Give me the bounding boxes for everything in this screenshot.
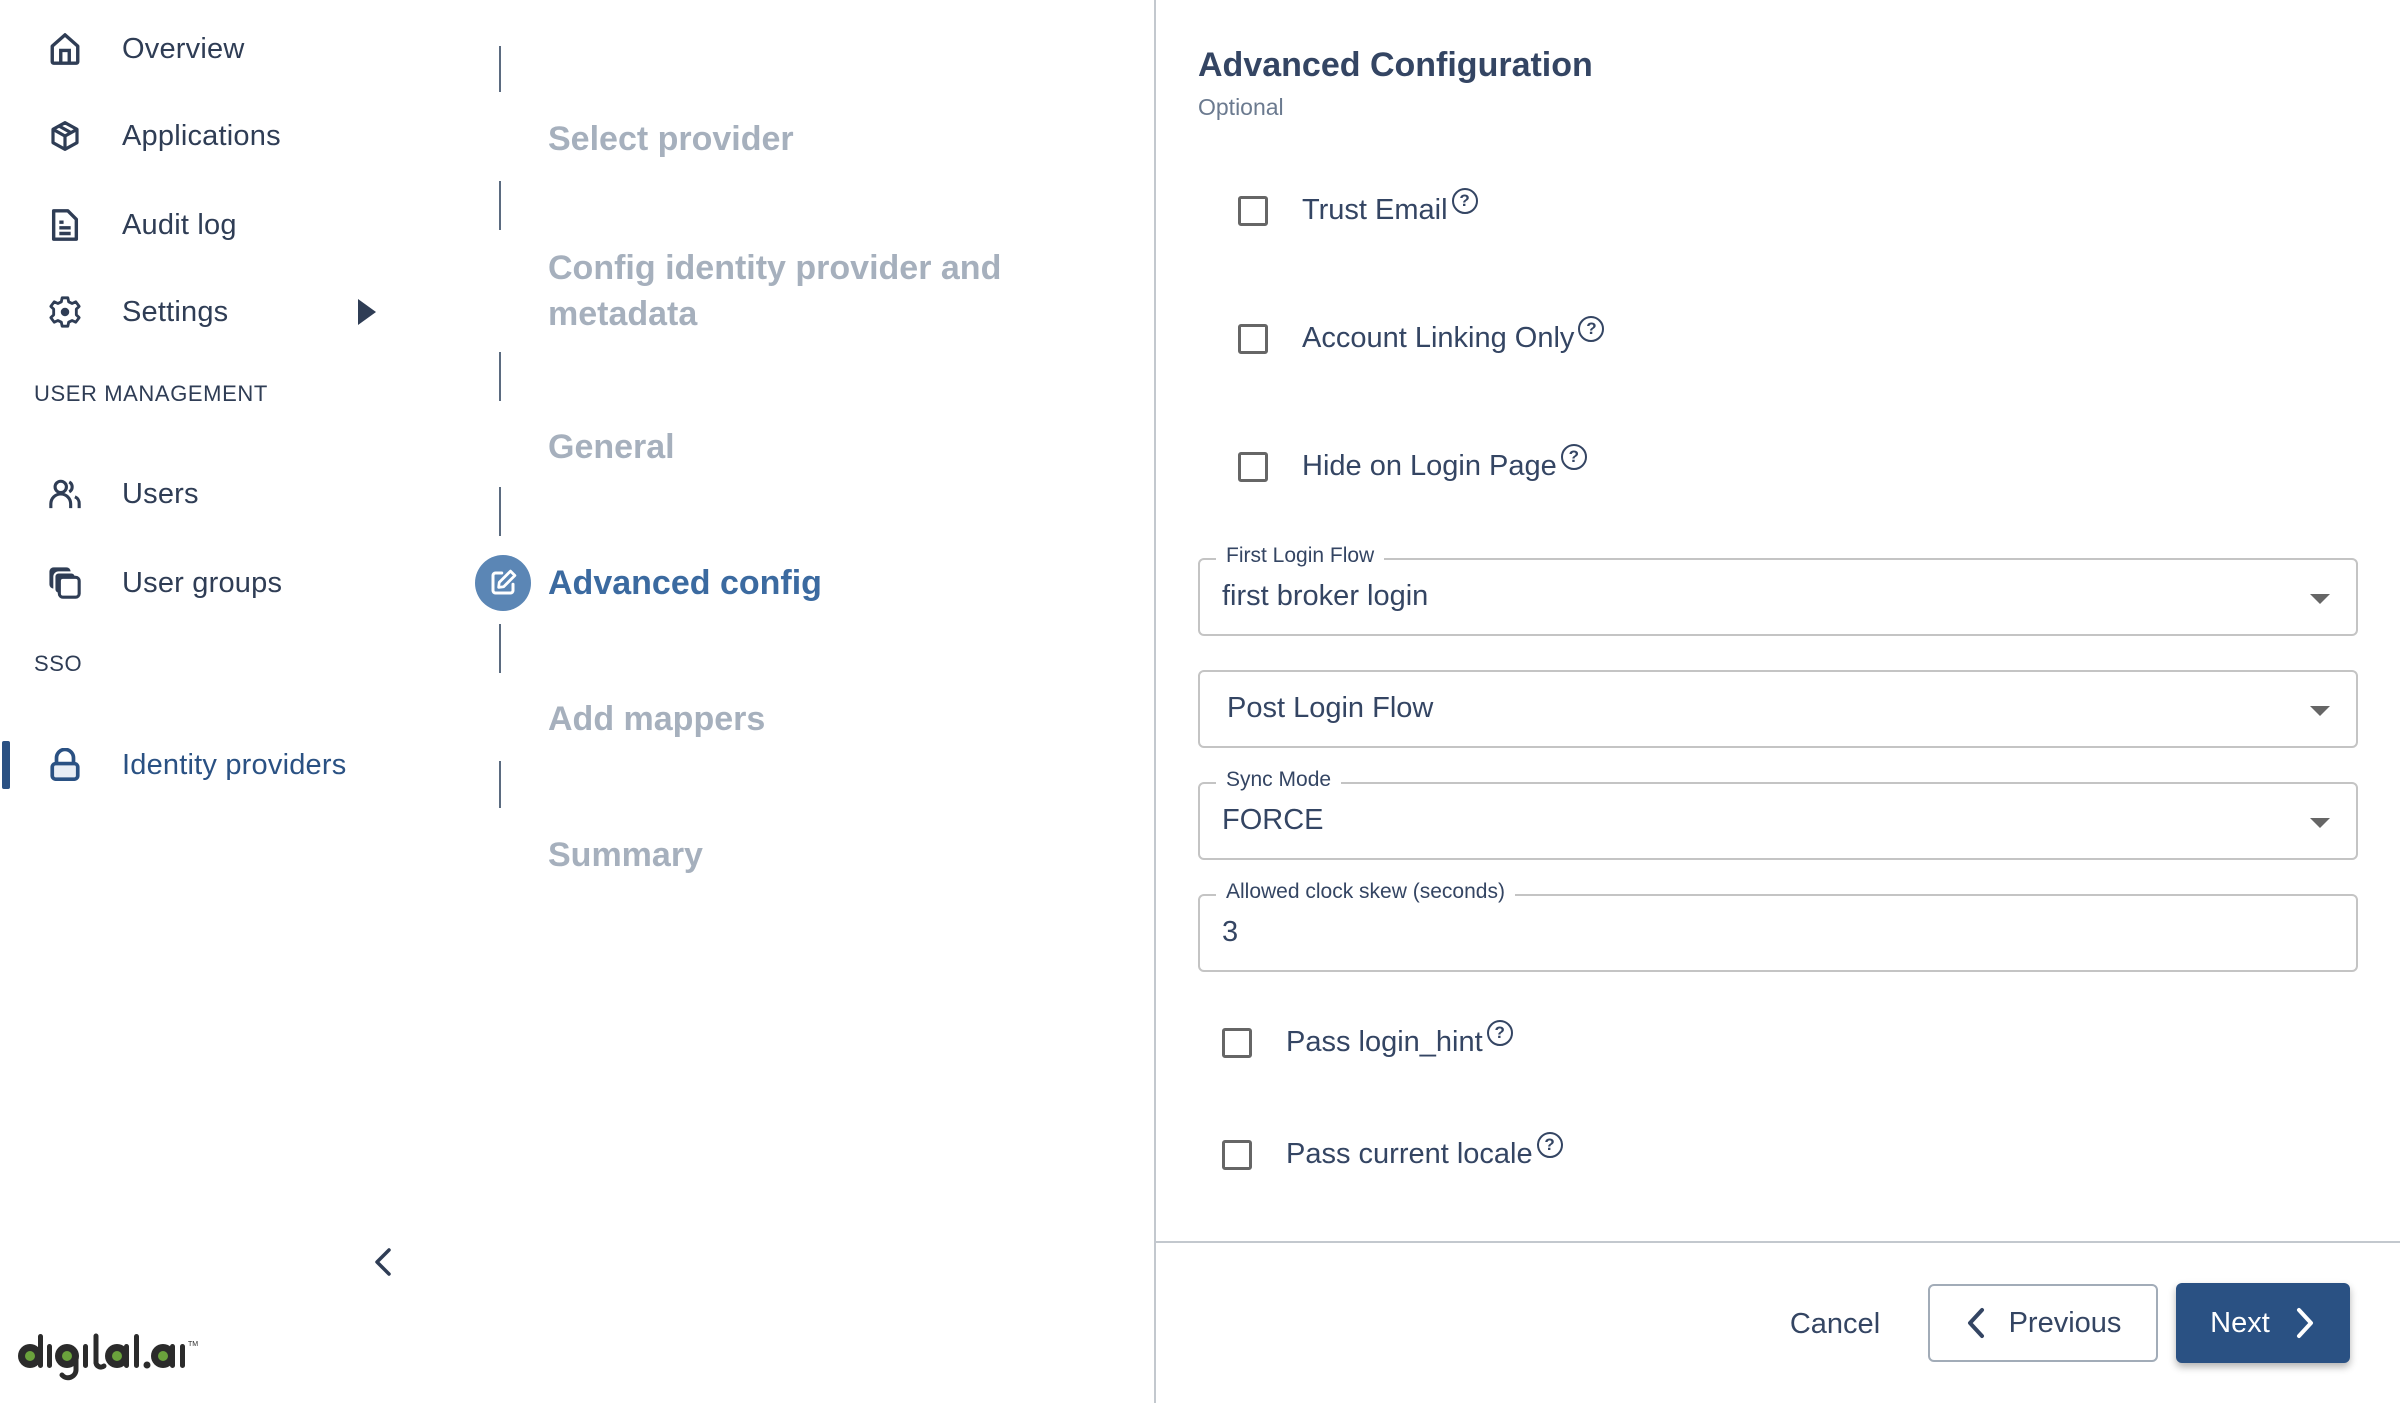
sidebar-item-user-groups[interactable]: User groups xyxy=(0,548,420,618)
sidebar-item-audit-log[interactable]: Audit log xyxy=(0,190,420,260)
checkbox-label: Account Linking Only xyxy=(1302,322,1575,354)
chevron-right-icon xyxy=(2296,1308,2313,1338)
cancel-button[interactable]: Cancel xyxy=(1780,1296,1890,1352)
checkbox-label: Hide on Login Page xyxy=(1302,450,1557,482)
users-icon xyxy=(46,475,84,513)
user-groups-icon xyxy=(46,564,84,602)
checkbox-label: Pass current locale xyxy=(1286,1138,1533,1170)
sidebar-item-identity-providers[interactable]: Identity providers xyxy=(0,730,420,800)
step-advanced-config[interactable]: Advanced config xyxy=(548,560,1068,606)
checkbox-label: Pass login_hint xyxy=(1286,1026,1483,1058)
section-heading-user-management: USER MANAGEMENT xyxy=(34,381,268,406)
field-value: 3 xyxy=(1222,916,1239,948)
sidebar-item-applications[interactable]: Applications xyxy=(0,101,420,171)
page-title: Advanced Configuration xyxy=(1198,46,1593,84)
digital-ai-logo: TM xyxy=(16,1330,216,1382)
step-general[interactable]: General xyxy=(548,424,1068,470)
step-config-identity-provider[interactable]: Config identity provider and metadata xyxy=(548,245,1068,337)
step-connector xyxy=(499,487,501,536)
step-connector xyxy=(499,624,501,673)
field-value: FORCE xyxy=(1222,804,1324,836)
step-connector xyxy=(499,181,501,230)
next-button[interactable]: Next xyxy=(2176,1283,2350,1363)
dropdown-caret-icon xyxy=(2310,706,2330,716)
sidebar-item-settings[interactable]: Settings xyxy=(0,277,420,347)
sidebar-item-users[interactable]: Users xyxy=(0,459,420,529)
pass-login-hint-checkbox[interactable] xyxy=(1222,1027,1252,1058)
help-icon[interactable]: ? xyxy=(1486,1019,1513,1046)
account-linking-only-checkbox-row[interactable]: Account Linking Only ? xyxy=(1238,315,1605,355)
expand-arrow-icon[interactable] xyxy=(358,299,376,325)
hide-on-login-page-checkbox-row[interactable]: Hide on Login Page ? xyxy=(1238,443,1587,483)
lock-icon xyxy=(46,746,84,784)
previous-button[interactable]: Previous xyxy=(1928,1284,2158,1362)
post-login-flow-select[interactable]: Post Login Flow xyxy=(1198,670,2358,748)
field-label: Allowed clock skew (seconds) xyxy=(1216,880,1515,904)
pass-current-locale-checkbox-row[interactable]: Pass current locale ? xyxy=(1222,1131,1563,1171)
next-label: Next xyxy=(2210,1306,2270,1339)
active-step-indicator xyxy=(475,555,531,611)
sidebar-item-label: Applications xyxy=(122,119,281,152)
first-login-flow-select[interactable]: First Login Flow first broker login xyxy=(1198,544,2358,636)
sync-mode-select[interactable]: Sync Mode FORCE xyxy=(1198,768,2358,860)
sidebar-item-label: Settings xyxy=(122,295,229,328)
package-icon xyxy=(46,117,84,155)
chevron-left-icon xyxy=(375,1248,391,1276)
sidebar-item-label: User groups xyxy=(122,566,283,599)
dropdown-caret-icon xyxy=(2310,818,2330,828)
active-indicator xyxy=(2,741,10,789)
help-icon[interactable]: ? xyxy=(1578,315,1605,342)
field-label: First Login Flow xyxy=(1216,544,1385,568)
footer-divider xyxy=(1155,1241,2400,1243)
logo-tm: TM xyxy=(188,1341,198,1348)
help-icon[interactable]: ? xyxy=(1451,187,1478,214)
sidebar-item-label: Audit log xyxy=(122,208,237,241)
sidebar-item-label: Identity providers xyxy=(122,748,347,781)
step-connector xyxy=(499,352,501,401)
step-select-provider[interactable]: Select provider xyxy=(548,116,1068,162)
hide-on-login-page-checkbox[interactable] xyxy=(1238,451,1268,482)
sidebar-item-label: Overview xyxy=(122,32,245,65)
step-connector xyxy=(499,761,501,808)
collapse-sidebar-button[interactable] xyxy=(364,1242,404,1282)
step-connector xyxy=(499,46,501,92)
trust-email-checkbox-row[interactable]: Trust Email ? xyxy=(1238,187,1478,227)
trust-email-checkbox[interactable] xyxy=(1238,195,1268,226)
clock-skew-input[interactable]: Allowed clock skew (seconds) 3 xyxy=(1198,880,2358,972)
section-heading-sso: SSO xyxy=(34,651,83,676)
field-value: first broker login xyxy=(1222,580,1429,612)
account-linking-only-checkbox[interactable] xyxy=(1238,323,1268,354)
help-icon[interactable]: ? xyxy=(1536,1131,1563,1158)
pass-login-hint-checkbox-row[interactable]: Pass login_hint ? xyxy=(1222,1019,1513,1059)
page-subtitle: Optional xyxy=(1198,94,1284,120)
document-icon xyxy=(46,206,84,244)
checkbox-label: Trust Email xyxy=(1302,194,1448,226)
field-placeholder: Post Login Flow xyxy=(1227,692,1434,724)
panel-divider xyxy=(1154,0,1156,1403)
edit-icon xyxy=(491,569,517,595)
chevron-left-icon xyxy=(1967,1308,1984,1338)
field-label: Sync Mode xyxy=(1216,768,1342,792)
previous-label: Previous xyxy=(2008,1306,2122,1339)
home-icon xyxy=(46,30,84,68)
dropdown-caret-icon xyxy=(2310,594,2330,604)
help-icon[interactable]: ? xyxy=(1560,443,1587,470)
sidebar-item-label: Users xyxy=(122,477,199,510)
step-add-mappers[interactable]: Add mappers xyxy=(548,696,1068,742)
gear-icon xyxy=(46,293,84,331)
step-summary[interactable]: Summary xyxy=(548,832,1068,878)
pass-current-locale-checkbox[interactable] xyxy=(1222,1139,1252,1170)
sidebar-item-overview[interactable]: Overview xyxy=(0,14,420,84)
